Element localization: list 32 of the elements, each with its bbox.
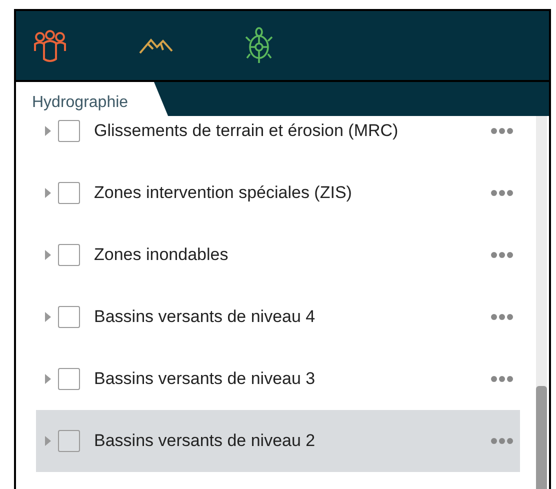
expand-caret-icon[interactable] <box>44 436 52 446</box>
expand-caret-icon[interactable] <box>44 312 52 322</box>
more-options-icon[interactable] <box>490 375 514 383</box>
layer-name: Glissements de terrain et érosion (MRC) <box>94 121 400 141</box>
expand-caret-icon[interactable] <box>44 126 52 136</box>
layer-checkbox[interactable] <box>58 306 80 328</box>
layer-name: Bassins versants de niveau 4 <box>94 307 316 327</box>
layer-name: Bassins versants de niveau 2 <box>94 431 316 451</box>
more-options-icon[interactable] <box>490 313 514 321</box>
layer-row[interactable]: Bassins versants de niveau 2 <box>36 410 520 472</box>
more-options-icon[interactable] <box>490 251 514 259</box>
layer-name: Zones inondables <box>94 245 230 265</box>
layer-checkbox[interactable] <box>58 244 80 266</box>
expand-caret-icon[interactable] <box>44 374 52 384</box>
more-options-icon[interactable] <box>490 127 514 135</box>
expand-caret-icon[interactable] <box>44 188 52 198</box>
layer-checkbox[interactable] <box>58 120 80 142</box>
layer-row[interactable]: Zones intervention spéciales (ZIS) <box>36 162 520 224</box>
more-options-icon[interactable] <box>490 189 514 197</box>
layer-checkbox[interactable] <box>58 368 80 390</box>
layer-group-tab[interactable]: Hydrographie <box>16 82 168 116</box>
layer-row[interactable]: Bassins versants de niveau 4 <box>36 286 520 348</box>
expand-caret-icon[interactable] <box>44 250 52 260</box>
layer-checkbox[interactable] <box>58 430 80 452</box>
scrollbar[interactable] <box>536 116 547 489</box>
layer-row[interactable]: Glissements de terrain et érosion (MRC) <box>36 116 520 162</box>
layer-name: Zones intervention spéciales (ZIS) <box>94 183 353 203</box>
layer-name: Bassins versants de niveau 3 <box>94 369 316 389</box>
layer-checkbox[interactable] <box>58 182 80 204</box>
layer-row[interactable]: Bassins versants de niveau 3 <box>36 348 520 410</box>
layer-row[interactable]: Zones inondables <box>36 224 520 286</box>
more-options-icon[interactable] <box>490 437 514 445</box>
